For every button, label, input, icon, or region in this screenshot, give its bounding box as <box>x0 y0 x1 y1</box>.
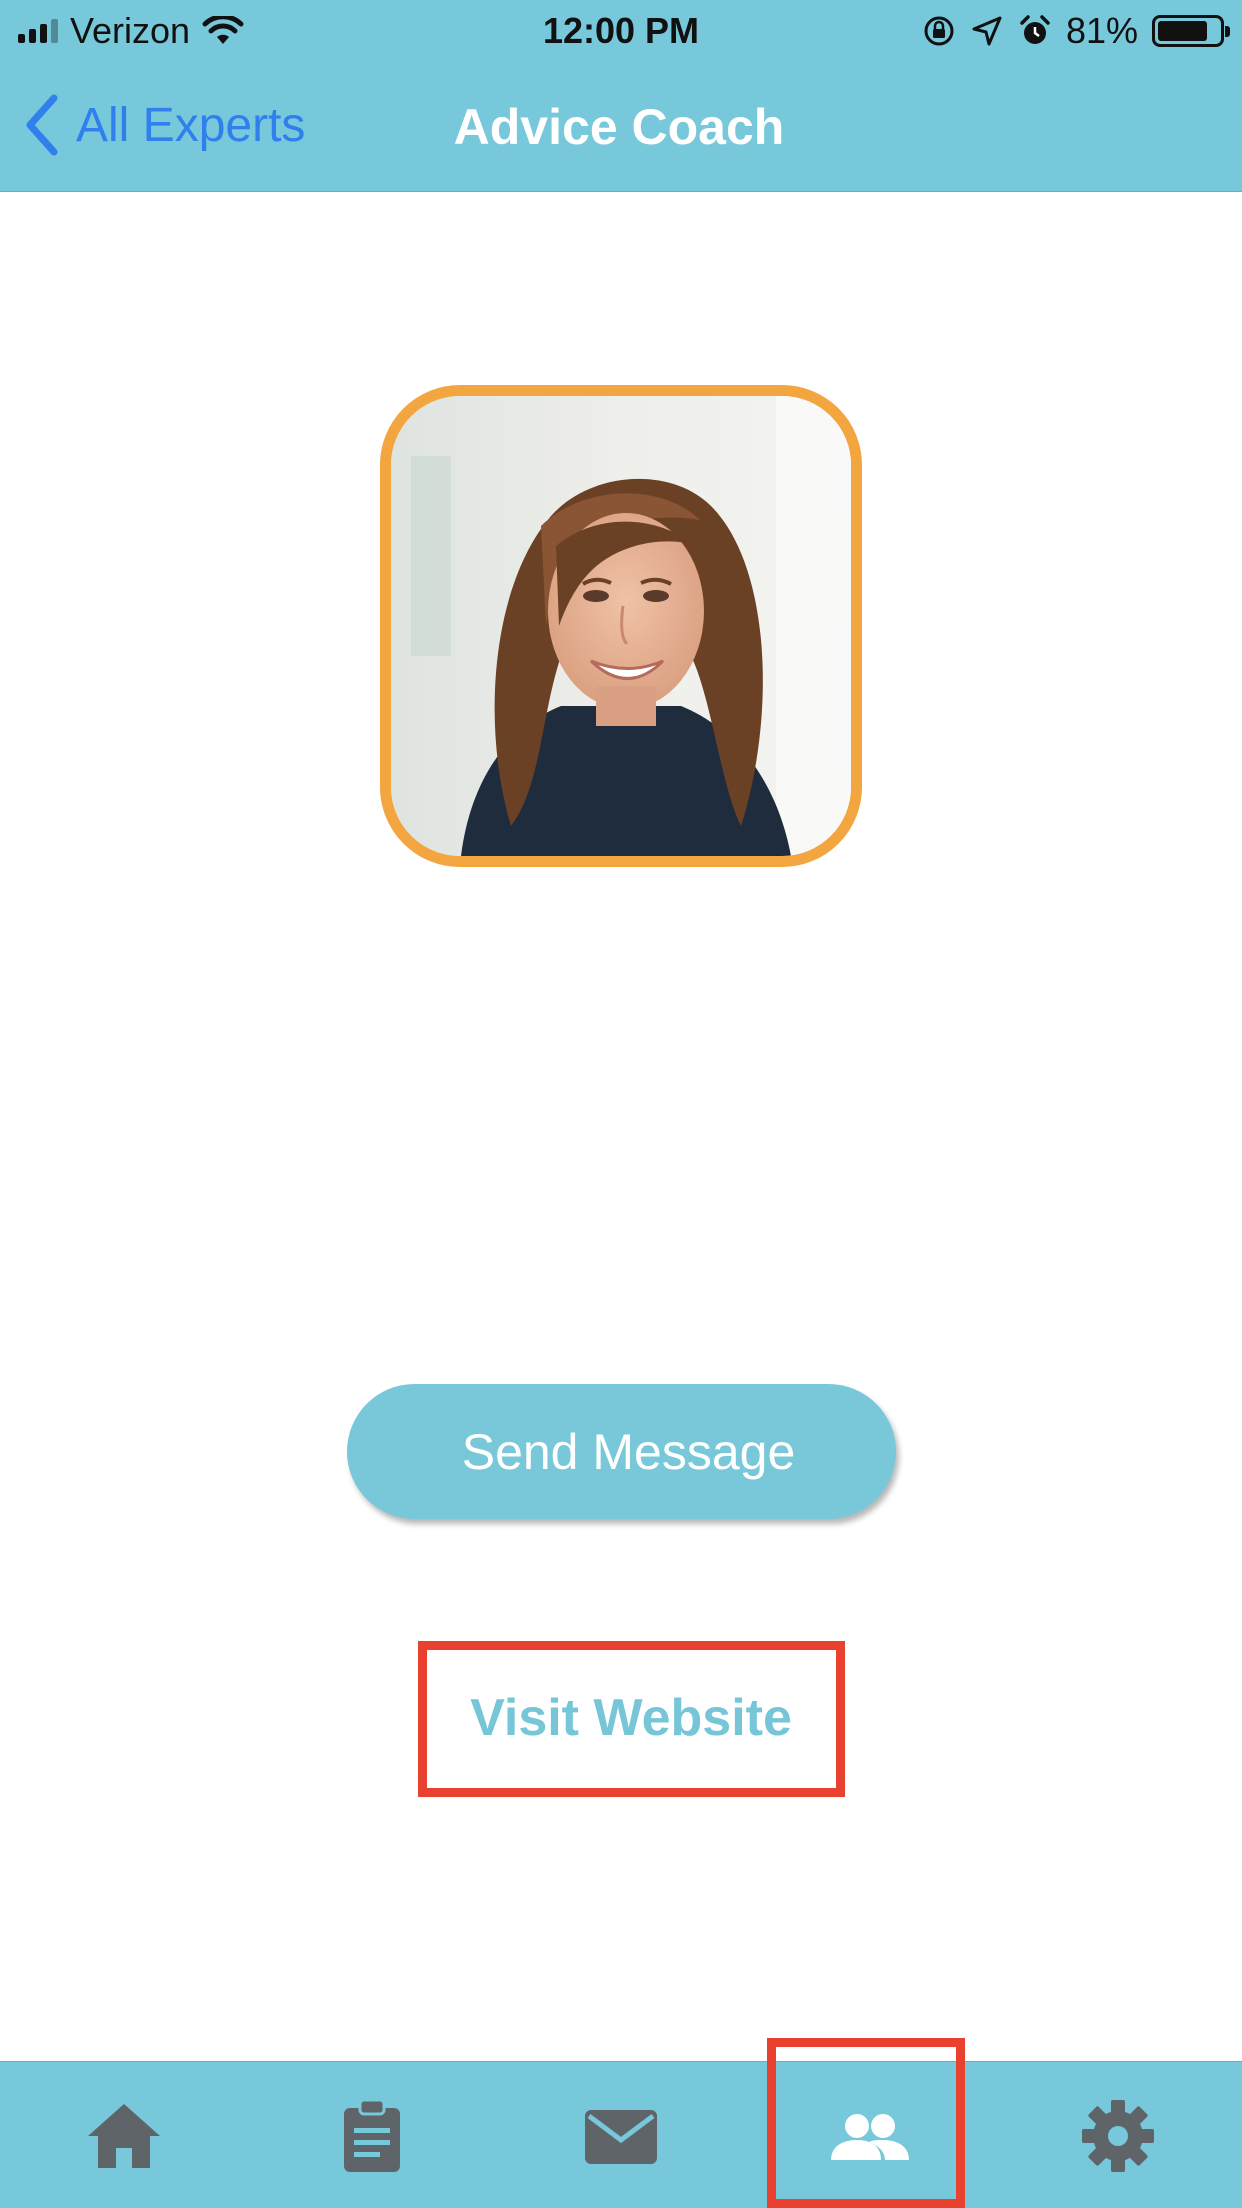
page-title-text: Advice Coach <box>453 99 785 155</box>
navigation-bar: All Experts Advice Coach <box>0 62 1242 192</box>
location-arrow-icon <box>972 16 1002 46</box>
people-icon <box>831 2113 909 2160</box>
tab-settings[interactable] <box>994 2062 1242 2208</box>
tab-experts[interactable] <box>745 2062 993 2208</box>
header: Verizon 12:00 PM 81% All Experts Advice … <box>0 0 1242 192</box>
gear-icon <box>1082 2099 1154 2172</box>
status-right: 81% <box>922 10 1230 52</box>
alarm-icon <box>1020 15 1050 44</box>
portrait-photo <box>391 396 851 856</box>
battery-icon <box>1152 15 1230 47</box>
status-bar: Verizon 12:00 PM 81% <box>0 0 1242 62</box>
mail-icon <box>585 2109 657 2164</box>
tab-home[interactable] <box>0 2062 248 2208</box>
battery-percent: 81% <box>1065 10 1138 51</box>
expert-avatar <box>380 385 862 867</box>
tab-messages[interactable] <box>497 2062 745 2208</box>
send-message-button[interactable]: Send Message <box>347 1384 896 1519</box>
tab-bar <box>0 2038 1242 2208</box>
home-icon <box>88 2103 160 2168</box>
battery-fill <box>1158 21 1207 41</box>
page-title: Advice Coach <box>0 98 1242 156</box>
clipboard-icon <box>344 2098 400 2172</box>
visit-website-button[interactable]: Visit Website <box>420 1643 842 1793</box>
tab-clipboard[interactable] <box>248 2062 496 2208</box>
orientation-lock-icon <box>924 16 954 46</box>
